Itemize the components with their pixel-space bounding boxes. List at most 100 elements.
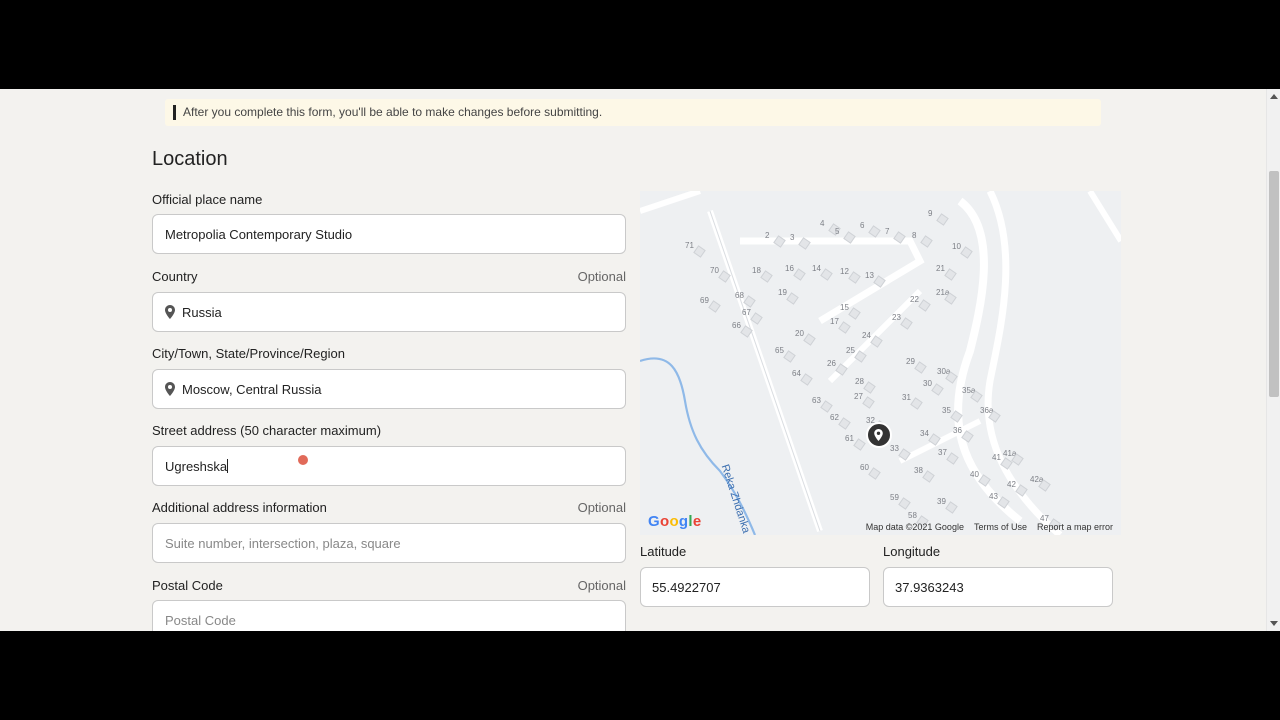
house-number-label: 28 xyxy=(855,377,864,386)
latitude-input[interactable]: 55.4922707 xyxy=(640,567,870,607)
house-number-label: 61 xyxy=(845,434,854,443)
house-number-label: 36 xyxy=(953,426,962,435)
house-number-label: 22 xyxy=(910,295,919,304)
scrollbar-thumb[interactable] xyxy=(1269,171,1279,397)
longitude-value: 37.9363243 xyxy=(895,579,964,595)
house-number-label: 41 xyxy=(992,453,1001,462)
page-scrollbar[interactable] xyxy=(1266,89,1280,631)
house-number-label: 66 xyxy=(732,321,741,330)
house-number-label: 25 xyxy=(846,346,855,355)
house-number-label: 14 xyxy=(812,264,821,273)
house-number-label: 13 xyxy=(865,271,874,280)
country-value: Russia xyxy=(182,304,222,320)
postal-code-label: Postal Code xyxy=(152,578,223,593)
street-label: Street address (50 character maximum) xyxy=(152,423,382,438)
house-number-label: 27 xyxy=(854,392,863,401)
house-number-label: 69 xyxy=(700,296,709,305)
house-number-label: 68 xyxy=(735,291,744,300)
house-number-label: 33 xyxy=(890,444,899,453)
postal-code-optional-tag: Optional xyxy=(577,578,626,593)
house-number-label: 65 xyxy=(775,346,784,355)
house-number-label: 71 xyxy=(685,241,694,250)
city-label: City/Town, State/Province/Region xyxy=(152,346,345,361)
additional-address-placeholder: Suite number, intersection, plaza, squar… xyxy=(165,535,401,551)
house-number-label: 12 xyxy=(840,267,849,276)
latitude-value: 55.4922707 xyxy=(652,579,721,595)
house-number-label: 20 xyxy=(795,329,804,338)
house-number-label: 4 xyxy=(820,219,825,228)
latitude-label: Latitude xyxy=(640,544,687,559)
house-number-label: 38 xyxy=(914,466,923,475)
house-number-label: 59 xyxy=(890,493,899,502)
notice-text: After you complete this form, you'll be … xyxy=(183,105,603,119)
house-number-label: 7 xyxy=(885,227,890,236)
house-number-label: 29 xyxy=(906,357,915,366)
house-number-label: 21 xyxy=(936,264,945,273)
house-number-label: 26 xyxy=(827,359,836,368)
street-input[interactable]: Ugreshska xyxy=(152,446,626,486)
location-pin-icon xyxy=(165,305,175,319)
location-pin-icon[interactable] xyxy=(866,422,892,448)
house-number-label: 60 xyxy=(860,463,869,472)
place-name-input[interactable]: Metropolia Contemporary Studio xyxy=(152,214,626,254)
house-number-label: 70 xyxy=(710,266,719,275)
form-page: After you complete this form, you'll be … xyxy=(0,89,1280,631)
house-number-label: 58 xyxy=(908,511,917,520)
house-number-label: 18 xyxy=(752,266,761,275)
country-optional-tag: Optional xyxy=(577,269,626,284)
location-map[interactable]: 71 70 69 68 67 66 65 64 63 62 61 60 59 58 4 2 3 5 6 7 8 9 10 18… xyxy=(640,191,1121,535)
additional-address-optional-tag: Optional xyxy=(577,500,626,515)
terms-of-use-link[interactable]: Terms of Use xyxy=(974,522,1027,532)
notice-accent-bar xyxy=(173,105,176,120)
city-value: Moscow, Central Russia xyxy=(182,381,322,397)
country-input[interactable]: Russia xyxy=(152,292,626,332)
place-name-value: Metropolia Contemporary Studio xyxy=(165,226,353,242)
text-caret xyxy=(227,459,229,473)
house-number-label: 16 xyxy=(785,264,794,273)
house-number-label: 39 xyxy=(937,497,946,506)
longitude-input[interactable]: 37.9363243 xyxy=(883,567,1113,607)
house-number-label: 19 xyxy=(778,288,787,297)
google-logo: Google xyxy=(648,513,702,530)
city-input[interactable]: Moscow, Central Russia xyxy=(152,369,626,409)
house-number-label: 30 xyxy=(923,379,932,388)
info-notice: After you complete this form, you'll be … xyxy=(165,99,1101,126)
additional-address-label: Additional address information xyxy=(152,500,327,515)
map-attribution: Map data ©2021 Google Terms of Use Repor… xyxy=(866,522,1113,532)
longitude-label: Longitude xyxy=(883,544,941,559)
house-number-label: 34 xyxy=(920,429,929,438)
map-data-credit: Map data ©2021 Google xyxy=(865,522,964,532)
house-number-label: 43 xyxy=(989,492,998,501)
section-title: Location xyxy=(152,148,228,170)
house-number-label: 67 xyxy=(742,308,751,317)
location-pin-icon xyxy=(165,382,175,396)
country-label: Country xyxy=(152,269,198,284)
house-number-label: 2 xyxy=(765,231,770,240)
mouse-cursor-indicator xyxy=(298,455,308,465)
additional-address-input[interactable]: Suite number, intersection, plaza, squar… xyxy=(152,523,626,563)
house-number-label: 15 xyxy=(840,303,849,312)
report-map-error-link[interactable]: Report a map error xyxy=(1037,522,1113,532)
house-number-label: 62 xyxy=(830,413,839,422)
postal-code-placeholder: Postal Code xyxy=(165,612,236,628)
house-number-label: 10 xyxy=(952,242,961,251)
house-number-label: 31 xyxy=(902,393,911,402)
house-number-label: 3 xyxy=(790,233,795,242)
house-number-label: 24 xyxy=(862,331,871,340)
scroll-down-icon[interactable] xyxy=(1270,621,1278,626)
street-value: Ugreshska xyxy=(165,458,228,474)
house-number-label: 37 xyxy=(938,448,947,457)
postal-code-input[interactable]: Postal Code xyxy=(152,600,626,631)
house-number-label: 40 xyxy=(970,470,979,479)
house-number-label: 6 xyxy=(860,221,865,230)
house-number-label: 64 xyxy=(792,369,801,378)
house-number-label: 42 xyxy=(1007,480,1016,489)
scroll-up-icon[interactable] xyxy=(1270,94,1278,99)
house-number-label: 17 xyxy=(830,317,839,326)
house-number-label: 63 xyxy=(812,396,821,405)
house-number-label: 9 xyxy=(928,209,933,218)
house-number-label: 5 xyxy=(835,227,840,236)
place-name-label: Official place name xyxy=(152,192,263,207)
house-number-label: 23 xyxy=(892,313,901,322)
house-number-label: 8 xyxy=(912,231,917,240)
